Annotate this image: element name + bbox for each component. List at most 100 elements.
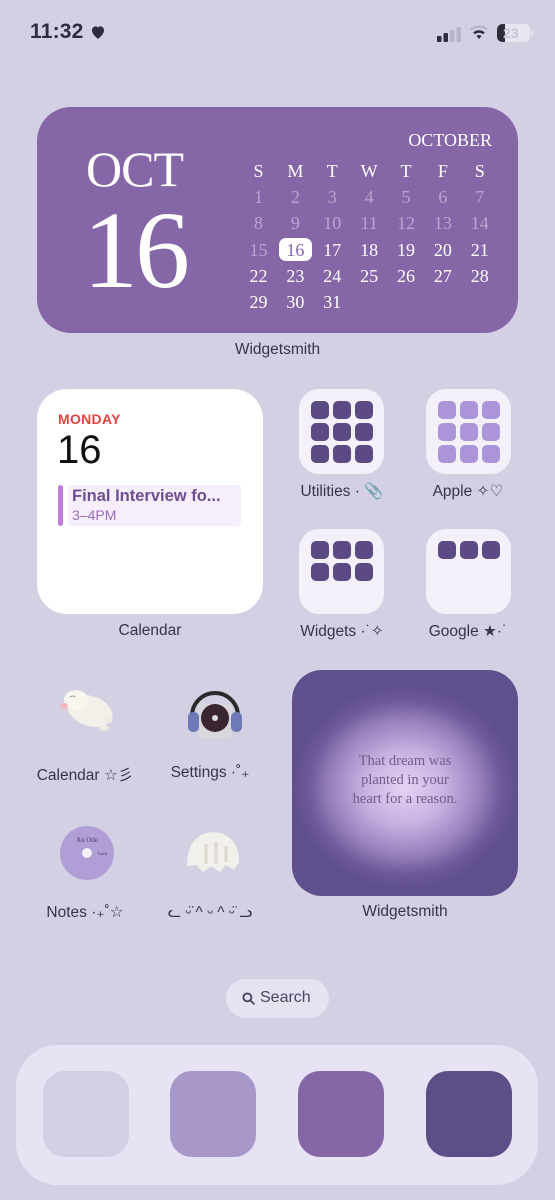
- folder-app-thumbnail: [482, 423, 500, 441]
- folder-utilities[interactable]: [299, 389, 384, 474]
- calendar-day: 12: [397, 213, 415, 234]
- weekday-header: S: [474, 161, 485, 181]
- folder-app-thumbnail: [333, 445, 351, 463]
- calendar-day: 9: [290, 213, 300, 234]
- app-label-calendar: Calendar ☆彡: [36, 767, 134, 784]
- cd-disc-icon[interactable]: An Ode Truth: [52, 818, 122, 888]
- search-label: Search: [260, 989, 311, 1006]
- calendar-day-today: 16: [277, 237, 314, 263]
- widget-label-widgetsmith-top: Widgetsmith: [234, 341, 321, 358]
- weekday-header: W: [360, 161, 378, 181]
- month-grid: S M T W T F S 1 2 3 4 5 6 7 8 9 10 11 12 13 14 15 16 17 18 19 20 21…: [240, 158, 498, 315]
- headphones-cd-player-icon[interactable]: [180, 680, 250, 750]
- calendar-day: 1: [253, 187, 263, 208]
- calendar-day: 6: [438, 187, 448, 208]
- folder-app-thumbnail: [355, 563, 373, 581]
- folder-app-thumbnail: [311, 541, 329, 559]
- calendar-weekday: MONDAY: [58, 411, 121, 427]
- dock-app-3[interactable]: [298, 1071, 384, 1157]
- folder-label-google: Google ★·˙: [428, 623, 508, 640]
- calendar-event-title: Final Interview fo...: [72, 487, 221, 505]
- calendar-event-color-bar: [58, 485, 63, 526]
- calendar-day: 18: [360, 239, 379, 260]
- quote-line: planted in your: [361, 772, 449, 788]
- folder-widgets[interactable]: [299, 529, 384, 614]
- weekday-header: T: [400, 161, 412, 181]
- wifi-icon: [470, 25, 488, 39]
- app-label-settings: Settings ·˚₊: [170, 764, 250, 781]
- squishy-cat-icon[interactable]: [54, 678, 124, 748]
- calendar-day: 14: [470, 213, 489, 234]
- calendar-day: 11: [360, 213, 378, 234]
- quote-line: That dream was: [358, 753, 452, 769]
- search-icon: [242, 992, 255, 1005]
- folder-app-thumbnail: [333, 541, 351, 559]
- squishy-paw-icon[interactable]: [178, 818, 248, 888]
- folder-app-thumbnail: [311, 401, 329, 419]
- folder-app-thumbnail: [355, 401, 373, 419]
- calendar-day: 31: [323, 291, 342, 312]
- calendar-day: 24: [323, 265, 342, 286]
- calendar-day: 2: [290, 187, 300, 208]
- calendar-day: 25: [360, 265, 379, 286]
- weekday-header: F: [437, 161, 448, 181]
- folder-google[interactable]: [426, 529, 511, 614]
- folder-app-thumbnail: [460, 445, 478, 463]
- calendar-day: 30: [286, 291, 305, 312]
- widget-label-widgetsmith-quote: Widgetsmith: [362, 903, 448, 920]
- folder-app-thumbnail: [460, 401, 478, 419]
- folder-apple[interactable]: [426, 389, 511, 474]
- calendar-day: 4: [364, 187, 374, 208]
- folder-app-thumbnail: [355, 541, 373, 559]
- folder-label-utilities: Utilities · 📎: [300, 483, 384, 500]
- dock-app-4[interactable]: [426, 1071, 512, 1157]
- folder-label-widgets: Widgets ·˙✧: [300, 623, 384, 640]
- calendar-day: 20: [433, 239, 452, 260]
- folder-app-thumbnail: [311, 445, 329, 463]
- dock-app-2[interactable]: [170, 1071, 256, 1157]
- dock-app-1[interactable]: [43, 1071, 129, 1157]
- battery-indicator: 23: [497, 24, 533, 42]
- calendar-day: 3: [327, 187, 337, 208]
- folder-app-thumbnail: [333, 563, 351, 581]
- status-time: 11:32: [30, 20, 84, 43]
- calendar-event-time: 3–4PM: [72, 507, 117, 523]
- folder-app-thumbnail: [333, 401, 351, 419]
- folder-app-thumbnail: [460, 541, 478, 559]
- quote-text: That dream was planted in your heart for…: [292, 752, 518, 809]
- cellular-signal-icon: [437, 27, 461, 42]
- folder-app-thumbnail: [482, 445, 500, 463]
- calendar-day: 10: [323, 213, 342, 234]
- app-label-notes: Notes ·₊˚☆: [46, 904, 124, 921]
- disc-title: An Ode: [76, 836, 98, 844]
- calendar-day: 5: [401, 187, 411, 208]
- weekday-header: S: [253, 161, 264, 181]
- folder-app-thumbnail: [482, 401, 500, 419]
- current-day-number: 16: [83, 189, 190, 311]
- calendar-day: 29: [249, 291, 268, 312]
- calendar-day: 19: [397, 239, 415, 260]
- folder-app-thumbnail: [311, 423, 329, 441]
- calendar-day: 15: [249, 239, 268, 260]
- calendar-day: 17: [323, 239, 342, 260]
- calendar-day: 7: [475, 187, 485, 208]
- calendar-day: 21: [470, 239, 489, 260]
- folder-app-thumbnail: [355, 423, 373, 441]
- folder-app-thumbnail: [333, 423, 351, 441]
- folder-app-thumbnail: [438, 445, 456, 463]
- weekday-header: M: [287, 161, 304, 181]
- calendar-day-number: 16: [57, 428, 102, 472]
- calendar-day: 23: [286, 265, 305, 286]
- quote-line: heart for a reason.: [352, 791, 458, 807]
- folder-app-thumbnail: [460, 423, 478, 441]
- folder-app-thumbnail: [355, 445, 373, 463]
- calendar-day: 26: [397, 265, 415, 286]
- heart-icon: [92, 26, 104, 39]
- calendar-day: 8: [253, 213, 263, 234]
- battery-percent: 23: [503, 25, 519, 41]
- calendar-day: 22: [249, 265, 268, 286]
- app-label-kaomoji: ᓚ ᵕ̈ ^ ᵕ ^ ᵕ̈ ᓗ: [167, 904, 253, 921]
- folder-label-apple: Apple ✧♡: [432, 483, 504, 500]
- weekday-header: T: [326, 161, 338, 181]
- widget-label-calendar: Calendar: [118, 622, 182, 639]
